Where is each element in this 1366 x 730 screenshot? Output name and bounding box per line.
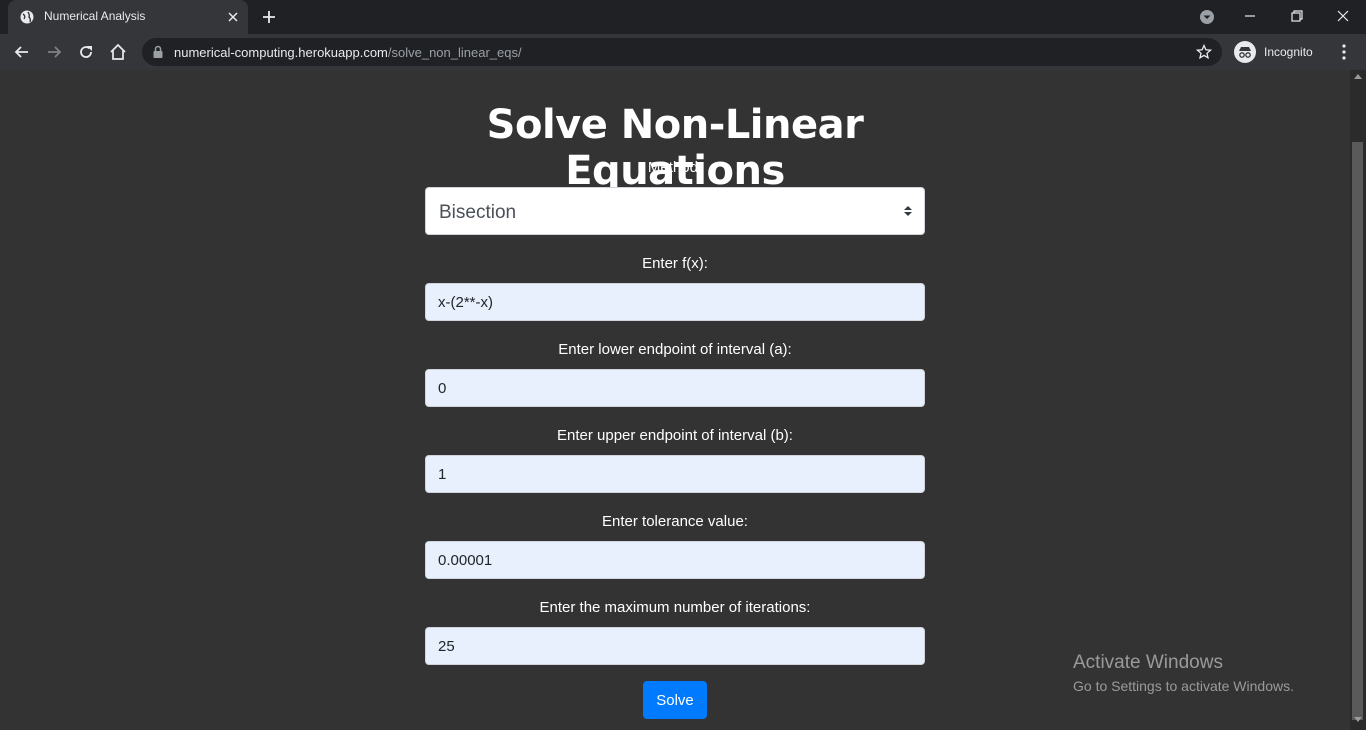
method-label: Method: [647, 159, 703, 176]
kebab-menu-icon[interactable] [1336, 42, 1352, 62]
back-arrow-icon[interactable] [12, 42, 32, 62]
upper-endpoint-input[interactable] [425, 455, 925, 493]
tab-title: Numerical Analysis [44, 9, 146, 23]
home-icon[interactable] [108, 42, 128, 62]
scroll-up-arrow-icon[interactable] [1354, 74, 1362, 79]
max-iterations-input[interactable] [425, 627, 925, 665]
url-text: numerical-computing.herokuapp.com/solve_… [174, 45, 522, 60]
upper-endpoint-label: Enter upper endpoint of interval (b): [557, 427, 793, 444]
bookmark-star-icon[interactable] [1196, 44, 1212, 60]
new-tab-icon[interactable] [260, 8, 278, 26]
method-select[interactable]: Bisection [425, 187, 925, 235]
activate-windows-watermark: Activate Windows Go to Settings to activ… [1073, 652, 1294, 694]
page-title: Solve Non-Linear Equations [486, 102, 864, 194]
restore-icon[interactable] [1287, 6, 1307, 26]
scrollbar-thumb[interactable] [1352, 142, 1363, 720]
solve-button[interactable]: Solve [643, 681, 707, 719]
page-content: Solve Non-Linear Equations Method: Bisec… [0, 70, 1350, 730]
incognito-icon [1234, 41, 1256, 63]
lock-icon [153, 45, 163, 58]
vertical-scrollbar[interactable] [1350, 70, 1366, 730]
browser-toolbar: numerical-computing.herokuapp.com/solve_… [0, 34, 1366, 70]
minimize-icon[interactable] [1240, 6, 1260, 26]
tolerance-input[interactable] [425, 541, 925, 579]
scroll-down-arrow-icon[interactable] [1354, 717, 1362, 722]
incognito-indicator[interactable]: Incognito [1234, 40, 1313, 64]
watermark-subtitle: Go to Settings to activate Windows. [1073, 678, 1294, 694]
forward-arrow-icon[interactable] [44, 42, 64, 62]
close-window-icon[interactable] [1333, 6, 1353, 26]
url-path: /solve_non_linear_eqs/ [387, 45, 522, 60]
tolerance-label: Enter tolerance value: [602, 513, 748, 530]
tab-search-icon[interactable] [1198, 8, 1216, 26]
url-host: numerical-computing.herokuapp.com [174, 45, 388, 60]
globe-icon [20, 10, 34, 24]
reload-icon[interactable] [76, 42, 96, 62]
address-bar[interactable]: numerical-computing.herokuapp.com/solve_… [142, 38, 1222, 66]
tab-strip: Numerical Analysis [0, 0, 1366, 34]
incognito-label: Incognito [1264, 45, 1313, 59]
select-arrows-icon [904, 206, 912, 216]
max-iterations-label: Enter the maximum number of iterations: [539, 599, 811, 616]
browser-tab[interactable]: Numerical Analysis [8, 0, 248, 34]
lower-endpoint-label: Enter lower endpoint of interval (a): [558, 341, 792, 358]
close-tab-icon[interactable] [225, 9, 241, 25]
method-select-value: Bisection [439, 202, 517, 223]
fx-input[interactable] [425, 283, 925, 321]
fx-label: Enter f(x): [642, 255, 708, 272]
lower-endpoint-input[interactable] [425, 369, 925, 407]
watermark-title: Activate Windows [1073, 652, 1223, 673]
